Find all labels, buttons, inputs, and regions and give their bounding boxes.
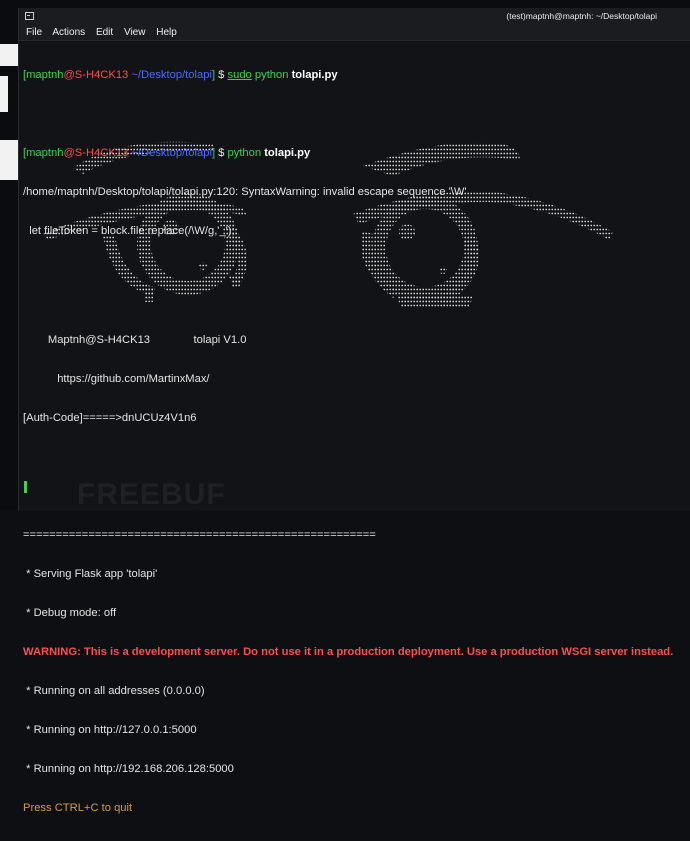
right-eye-art bbox=[323, 136, 623, 311]
banner-author-line: Maptnh@S-H4CK13 tolapi V1.0 bbox=[23, 334, 690, 347]
running-all-line: * Running on all addresses (0.0.0.0) bbox=[23, 685, 205, 697]
window-title: (test)maptnh@maptnh: ~/Desktop/tolapi bbox=[506, 11, 657, 21]
desktop-logo-fragment bbox=[0, 140, 18, 180]
menu-bar: File Actions Edit View Help bbox=[19, 25, 690, 41]
menu-actions[interactable]: Actions bbox=[52, 27, 85, 38]
running-local-line: * Running on http://127.0.0.1:5000 bbox=[23, 724, 197, 736]
separator: ========================================… bbox=[23, 529, 376, 541]
banner-url-line: https://github.com/MartinxMax/ bbox=[23, 373, 690, 386]
left-eye-art bbox=[43, 136, 283, 306]
banner-version: tolapi V1.0 bbox=[193, 334, 247, 346]
menu-view[interactable]: View bbox=[124, 27, 146, 38]
debug-line: * Debug mode: off bbox=[23, 607, 117, 619]
auth-code: [Auth-Code]=====>dnUCUz4V1n6 bbox=[23, 412, 197, 424]
menu-help[interactable]: Help bbox=[156, 27, 177, 38]
terminal-window[interactable]: (test)maptnh@maptnh: ~/Desktop/tolapi Fi… bbox=[18, 8, 690, 814]
ascii-art-eyes bbox=[23, 136, 683, 324]
menu-file[interactable]: File bbox=[26, 27, 42, 38]
desktop-logo-fragment bbox=[0, 76, 8, 112]
window-icon bbox=[25, 12, 34, 20]
prompt-line-1: [maptnh@S-H4CK13 ~/Desktop/tolapi] $ sud… bbox=[23, 69, 338, 81]
serving-line: * Serving Flask app 'tolapi' bbox=[23, 568, 158, 580]
running-ip-line: * Running on http://192.168.206.128:5000 bbox=[23, 763, 234, 775]
banner-url: https://github.com/MartinxMax/ bbox=[57, 373, 210, 385]
quit-hint: Press CTRL+C to quit bbox=[23, 802, 133, 814]
title-bar[interactable]: (test)maptnh@maptnh: ~/Desktop/tolapi bbox=[19, 8, 690, 25]
warning-line: WARNING: This is a development server. D… bbox=[23, 646, 674, 658]
banner-author: Maptnh@S-H4CK13 bbox=[47, 334, 151, 346]
text-cursor[interactable] bbox=[24, 481, 27, 493]
menu-edit[interactable]: Edit bbox=[96, 27, 113, 38]
watermark: FREEBUF bbox=[77, 478, 226, 511]
